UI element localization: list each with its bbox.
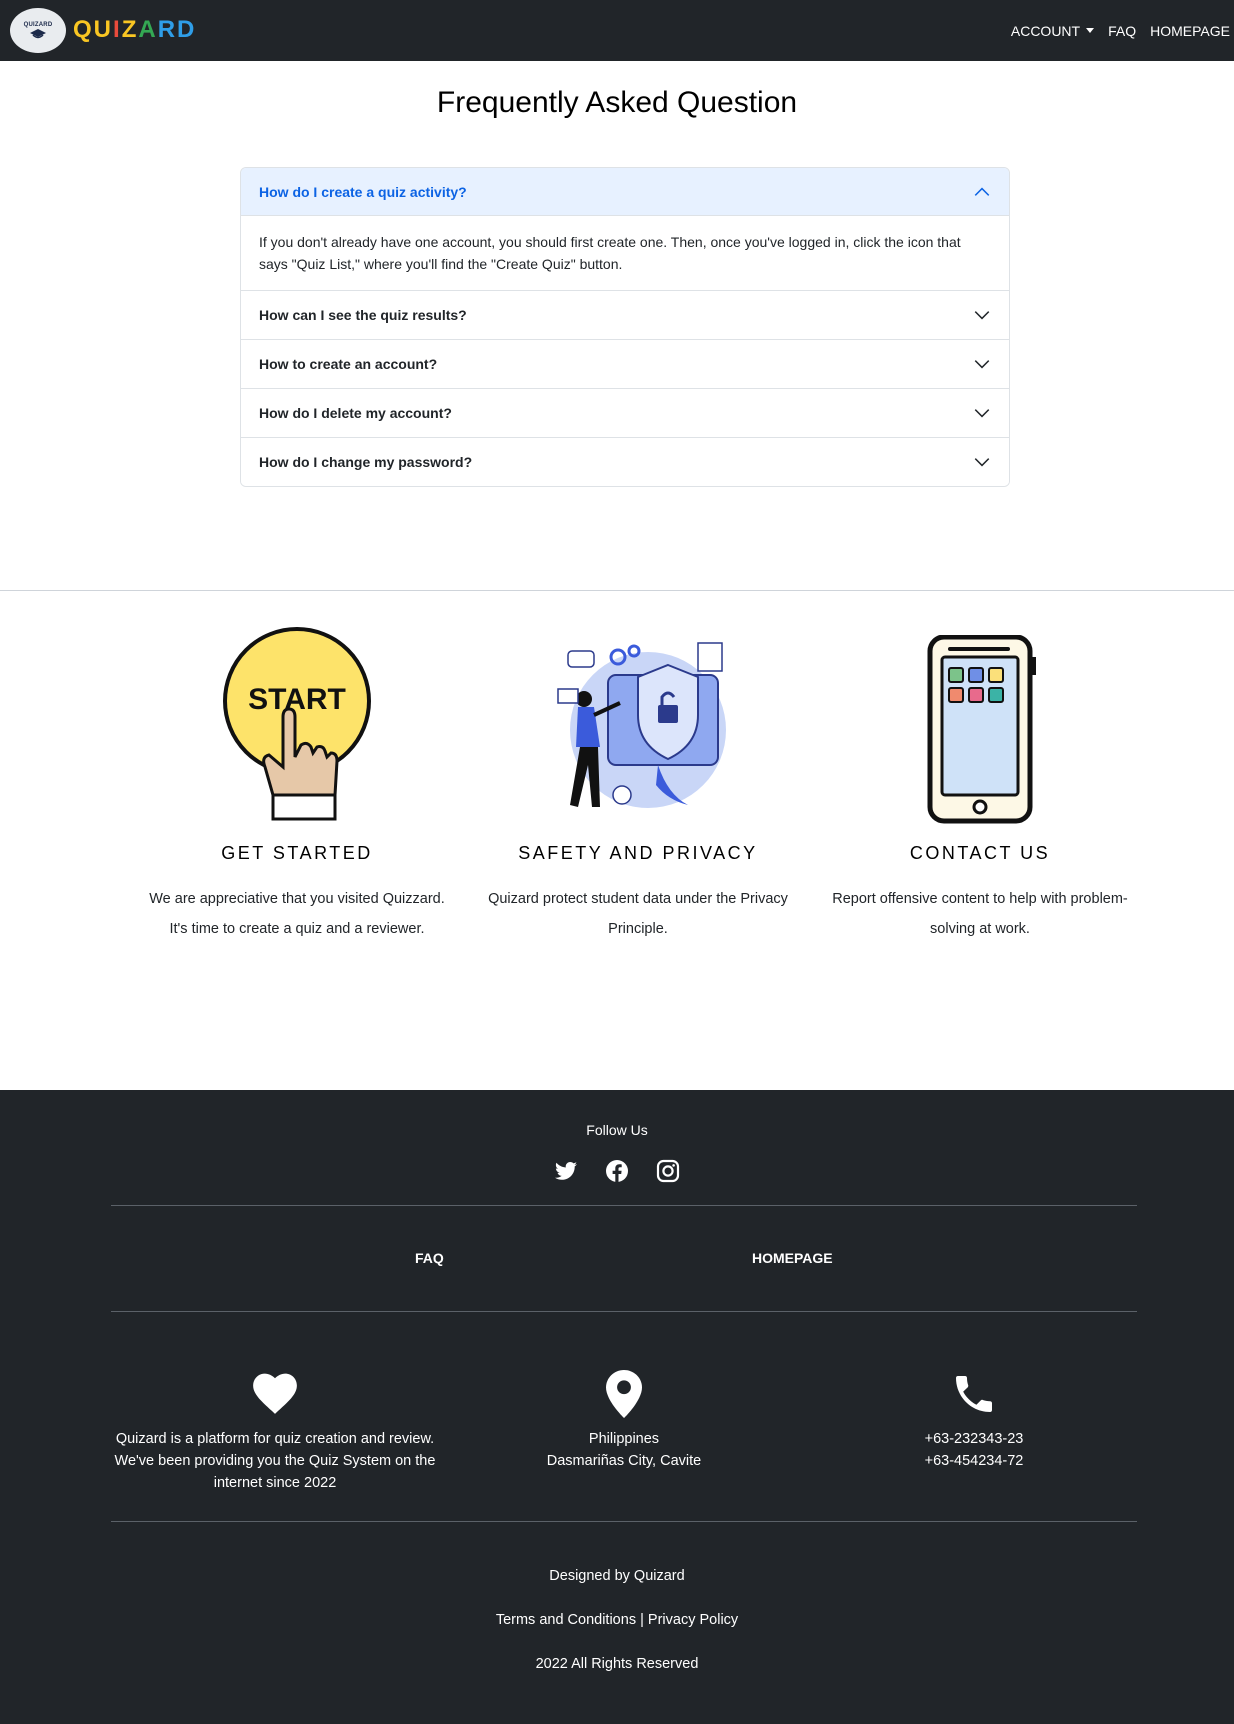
accordion-question: How to create an account?: [259, 356, 438, 372]
brand-letter: Q: [73, 16, 94, 43]
feature-get-started: START GET STARTED We are appreciative th…: [147, 625, 447, 944]
section-divider: [0, 590, 1234, 591]
footer-phone: +63-232343-23 +63-454234-72: [864, 1370, 1084, 1472]
accordion-question: How do I delete my account?: [259, 405, 452, 421]
accordion-question: How can I see the quiz results?: [259, 307, 467, 323]
footer-divider: [111, 1311, 1137, 1312]
designed-by: Designed by Quizard: [549, 1568, 685, 1584]
brand-letter: Z: [121, 16, 139, 43]
navbar: QUIZARD QUIZARD ACCOUNT FAQ HOMEPAGE: [0, 0, 1234, 61]
feature-safety-privacy: SAFETY AND PRIVACY Quizard protect stude…: [488, 625, 788, 944]
about-line-3: internet since 2022: [213, 1475, 337, 1491]
footer: Follow Us FAQ HOMEPAGE Quizard is a plat…: [0, 1090, 1234, 1724]
feature-art: [830, 625, 1130, 825]
heart-icon: [253, 1373, 297, 1414]
footer-divider: [111, 1521, 1137, 1522]
page-title: Frequently Asked Question: [436, 86, 798, 119]
chevron-up-icon: [974, 187, 990, 196]
instagram-icon[interactable]: [656, 1159, 680, 1183]
smartphone-icon: [927, 635, 1036, 824]
brand-letter: U: [93, 16, 114, 43]
about-line-1: Quizard is a platform for quiz creation …: [115, 1431, 435, 1447]
account-dropdown[interactable]: ACCOUNT: [1010, 22, 1095, 39]
follow-us-label: Follow Us: [586, 1122, 648, 1138]
footer-homepage-link[interactable]: HOMEPAGE: [752, 1250, 833, 1266]
accordion-item: How to create an account?: [241, 339, 1009, 388]
facebook-icon[interactable]: [605, 1159, 629, 1183]
feature-art: START: [147, 625, 447, 825]
accordion-header[interactable]: How do I delete my account?: [241, 389, 1009, 437]
location-pin-icon: [606, 1370, 642, 1418]
accordion-item: How do I delete my account?: [241, 388, 1009, 437]
terms-link[interactable]: Terms and Conditions: [496, 1612, 636, 1628]
caret-down-icon: [1086, 28, 1095, 33]
feature-contact-us: CONTACT US Report offensive content to h…: [830, 625, 1130, 944]
brand-letter: D: [177, 16, 197, 43]
twitter-icon[interactable]: [554, 1159, 578, 1183]
logo-hat-icon: [30, 28, 46, 38]
nav-faq-link[interactable]: FAQ: [1108, 23, 1136, 39]
accordion-item: How do I change my password?: [241, 437, 1009, 486]
account-label: ACCOUNT: [1010, 22, 1081, 39]
accordion-header[interactable]: How do I create a quiz activity?: [241, 168, 1009, 216]
brand-letter: A: [138, 16, 158, 43]
accordion-header[interactable]: How do I change my password?: [241, 438, 1009, 486]
feature-title: SAFETY AND PRIVACY: [518, 843, 758, 863]
chevron-down-icon: [974, 360, 990, 369]
accordion-header[interactable]: How to create an account?: [241, 340, 1009, 388]
accordion-question: How do I change my password?: [259, 454, 473, 470]
accordion-header[interactable]: How can I see the quiz results?: [241, 291, 1009, 339]
nav-homepage-link[interactable]: HOMEPAGE: [1150, 23, 1230, 39]
chevron-down-icon: [974, 409, 990, 418]
social-links: [0, 1159, 1234, 1183]
security-illustration: [557, 642, 726, 808]
location-line-2: Dasmariñas City, Cavite: [546, 1453, 702, 1469]
feature-text: Quizard protect student data under the P…: [488, 891, 788, 937]
phone-line-1: +63-232343-23: [924, 1431, 1024, 1447]
privacy-link[interactable]: Privacy Policy: [648, 1612, 738, 1628]
footer-location: Philippines Dasmariñas City, Cavite: [494, 1370, 754, 1472]
nav-links: ACCOUNT FAQ HOMEPAGE: [1011, 0, 1230, 61]
feature-text: Report offensive content to help with pr…: [832, 891, 1128, 937]
accordion-item: How do I create a quiz activity? If you …: [241, 168, 1009, 290]
about-line-2: We've been providing you the Quiz System…: [114, 1453, 436, 1469]
chevron-down-icon: [974, 311, 990, 320]
accordion-item: How can I see the quiz results?: [241, 290, 1009, 339]
feature-title: GET STARTED: [221, 843, 373, 863]
accordion-answer: If you don't already have one account, y…: [259, 234, 961, 272]
copyright: 2022 All Rights Reserved: [535, 1656, 699, 1672]
feature-art: [488, 625, 788, 825]
logo-badge[interactable]: QUIZARD: [10, 8, 66, 53]
brand-name[interactable]: QUIZARD: [73, 16, 196, 44]
phone-line-2: +63-454234-72: [924, 1453, 1024, 1469]
start-art-text: START: [248, 683, 346, 716]
brand-letter: I: [113, 16, 122, 43]
footer-divider: [111, 1205, 1137, 1206]
chevron-down-icon: [974, 458, 990, 467]
location-line-1: Philippines: [588, 1431, 660, 1447]
footer-faq-link[interactable]: FAQ: [415, 1250, 444, 1266]
faq-accordion: How do I create a quiz activity? If you …: [240, 167, 1010, 487]
feature-title: CONTACT US: [909, 843, 1051, 863]
footer-about: Quizard is a platform for quiz creation …: [105, 1370, 445, 1494]
legal-links: Terms and Conditions | Privacy Policy: [0, 1612, 1234, 1628]
start-button-icon: START: [223, 627, 371, 821]
feature-text: We are appreciative that you visited Qui…: [149, 891, 445, 937]
brand-letter: R: [157, 16, 178, 43]
accordion-question: How do I create a quiz activity?: [259, 183, 467, 200]
legal-separator: |: [640, 1612, 644, 1628]
phone-icon: [956, 1376, 992, 1412]
